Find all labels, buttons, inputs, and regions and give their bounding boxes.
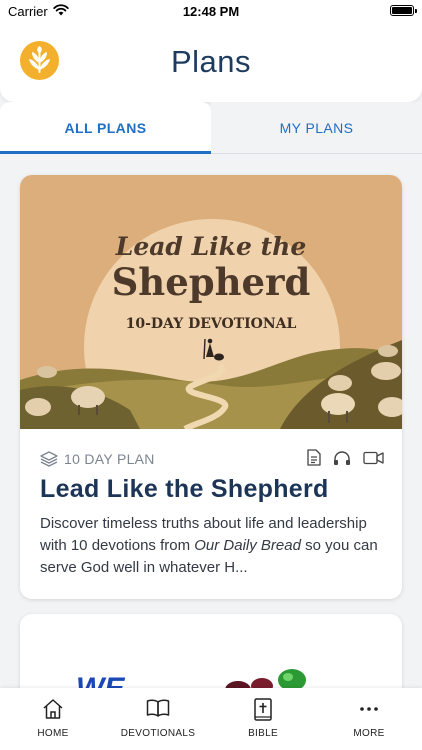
plan-duration: 10 DAY PLAN	[64, 451, 155, 467]
page-title: Plans	[170, 44, 252, 79]
bible-icon	[254, 698, 272, 721]
plan-description: Discover timeless truths about life and …	[40, 515, 378, 576]
tab-my-plans[interactable]: MY PLANS	[211, 102, 422, 154]
plan-title[interactable]: Lead Like the Shepherd	[40, 475, 329, 504]
nav-more[interactable]: MORE	[319, 688, 419, 750]
video-icon	[363, 451, 384, 464]
plans-tabs: ALL PLANS MY PLANS	[0, 102, 422, 154]
cover-title-line2: Shepherd	[112, 260, 311, 304]
plan-media-icons	[307, 449, 384, 466]
plan-meta: 10 DAY PLAN	[40, 449, 155, 469]
headphones-icon	[334, 450, 350, 465]
plan-cover-image: Lead Like the Shepherd 10-DAY DEVOTIONAL	[20, 175, 402, 429]
cover-subtitle: 10-DAY DEVOTIONAL	[126, 316, 297, 332]
nav-label-more: MORE	[353, 728, 385, 739]
nav-label-home: HOME	[37, 728, 69, 739]
status-time: 12:48 PM	[182, 4, 240, 19]
nav-devotionals[interactable]: DEVOTIONALS	[108, 688, 208, 750]
bottom-nav: HOME DEVOTIONALS BIBLE MORE	[0, 688, 422, 750]
plan-card[interactable]: Lead Like the Shepherd 10-DAY DEVOTIONAL…	[20, 175, 402, 599]
nav-home[interactable]: HOME	[3, 688, 103, 750]
home-icon	[43, 699, 63, 719]
battery-icon	[390, 5, 417, 16]
document-icon	[307, 449, 321, 466]
more-dots-icon	[360, 707, 378, 711]
nav-label-devotionals: DEVOTIONALS	[120, 728, 196, 739]
tab-all-plans[interactable]: ALL PLANS	[0, 102, 211, 154]
nav-bible[interactable]: BIBLE	[213, 688, 313, 750]
page-header: Plans	[0, 22, 422, 102]
nav-label-bible: BIBLE	[248, 728, 278, 739]
layers-icon	[40, 451, 58, 467]
cover-title-line1: Lead Like the	[115, 232, 307, 261]
status-bar: Carrier 12:48 PM	[0, 0, 422, 22]
open-book-icon	[146, 699, 170, 717]
